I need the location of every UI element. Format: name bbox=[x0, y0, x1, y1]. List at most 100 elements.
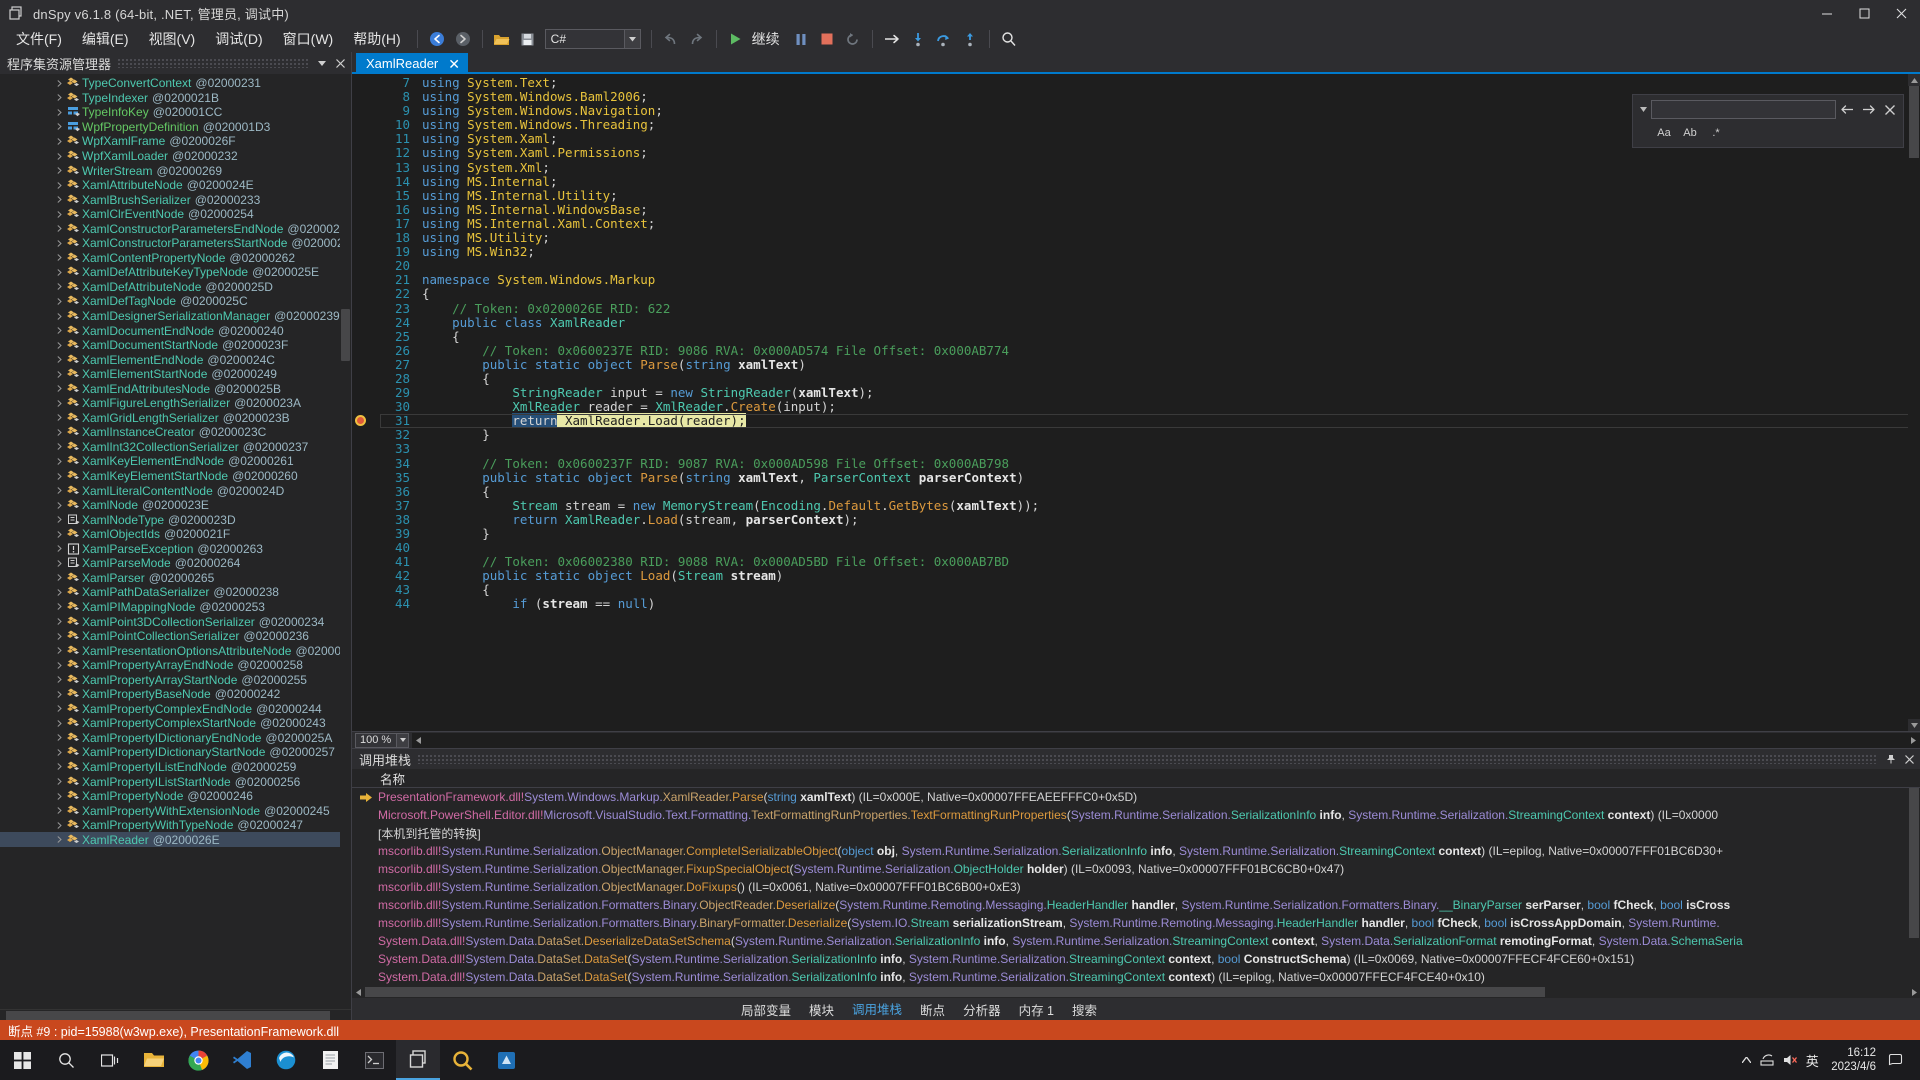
tree-item[interactable]: XamlDefAttributeNode @0200025D bbox=[0, 280, 351, 295]
chevron-right-icon[interactable] bbox=[54, 138, 65, 145]
chevron-right-icon[interactable] bbox=[54, 807, 65, 814]
chevron-right-icon[interactable] bbox=[54, 196, 65, 204]
language-combo[interactable]: C# bbox=[544, 29, 641, 49]
tab-callstack[interactable]: 调用堆栈 bbox=[843, 997, 912, 1022]
arrow-right-icon[interactable] bbox=[1859, 100, 1878, 119]
tree-item[interactable]: XamlPropertyIListEndNode @02000259 bbox=[0, 760, 351, 775]
scroll-right-icon[interactable] bbox=[1907, 733, 1920, 748]
chevron-right-icon[interactable] bbox=[54, 225, 65, 233]
callstack-row[interactable]: mscorlib.dll!System.Runtime.Serializatio… bbox=[352, 878, 1920, 896]
tree-item[interactable]: XamlPoint3DCollectionSerializer @02000234 bbox=[0, 614, 351, 629]
callstack-row[interactable]: System.Data.dll!System.Data.DataSet.Data… bbox=[352, 968, 1920, 986]
tab-memory[interactable]: 内存 1 bbox=[1010, 998, 1063, 1021]
menu-debug[interactable]: 调试(D) bbox=[205, 26, 272, 52]
close-button[interactable] bbox=[1883, 0, 1920, 26]
notepad-icon[interactable] bbox=[308, 1040, 352, 1080]
tree-item[interactable]: XamlReader @0200026E bbox=[0, 832, 351, 847]
code-fold-gutter[interactable] bbox=[370, 74, 380, 731]
chevron-right-icon[interactable] bbox=[54, 458, 65, 465]
callstack-row[interactable]: mscorlib.dll!System.Runtime.Serializatio… bbox=[352, 896, 1920, 914]
chevron-right-icon[interactable] bbox=[54, 152, 65, 160]
code-editor[interactable]: 7 using System.Text; 8 using System.Windows… bbox=[352, 74, 1920, 731]
tree-item[interactable]: XamlElementStartNode @02000249 bbox=[0, 367, 351, 382]
search-icon[interactable] bbox=[44, 1040, 88, 1080]
edge-icon[interactable] bbox=[264, 1040, 308, 1080]
tree-item[interactable]: XamlClrEventNode @02000254 bbox=[0, 207, 351, 222]
chevron-right-icon[interactable] bbox=[54, 749, 65, 756]
chevron-down-icon[interactable] bbox=[396, 733, 408, 747]
file-explorer-icon[interactable] bbox=[132, 1040, 176, 1080]
search-tool-icon[interactable] bbox=[440, 1040, 484, 1080]
chevron-right-icon[interactable] bbox=[54, 181, 65, 189]
scroll-up-icon[interactable] bbox=[1908, 74, 1920, 86]
chevron-right-icon[interactable] bbox=[54, 763, 65, 771]
chevron-right-icon[interactable] bbox=[54, 719, 65, 727]
chevron-right-icon[interactable] bbox=[54, 603, 65, 611]
tree-item[interactable]: XamlBrushSerializer @02000233 bbox=[0, 192, 351, 207]
tree-item[interactable]: XamlPropertyWithExtensionNode @02000245 bbox=[0, 803, 351, 818]
save-icon[interactable] bbox=[515, 28, 541, 50]
tree-item[interactable]: XamlConstructorParametersStartNode @02000… bbox=[0, 236, 351, 251]
chevron-right-icon[interactable] bbox=[54, 341, 65, 349]
chevron-right-icon[interactable] bbox=[54, 836, 65, 844]
callstack-row[interactable]: System.Data.dll!System.Data.DataSet.Data… bbox=[352, 950, 1920, 968]
tree-item[interactable]: XamlObjectIds @0200021F bbox=[0, 527, 351, 542]
tree-item[interactable]: XamlPathDataSerializer @02000238 bbox=[0, 585, 351, 600]
tree-item[interactable]: XamlConstructorParametersEndNode @0200024… bbox=[0, 221, 351, 236]
tree-item[interactable]: XamlInt32CollectionSerializer @02000237 bbox=[0, 440, 351, 455]
restart-icon[interactable] bbox=[840, 28, 866, 50]
editor-scroll-thumb[interactable] bbox=[1909, 86, 1919, 158]
chevron-right-icon[interactable] bbox=[54, 487, 65, 494]
tab-analyzer[interactable]: 分析器 bbox=[954, 998, 1010, 1021]
play-icon[interactable] bbox=[723, 28, 749, 50]
breakpoint-gutter[interactable] bbox=[352, 74, 370, 731]
step-over-icon[interactable] bbox=[931, 28, 957, 50]
chevron-right-icon[interactable] bbox=[54, 516, 65, 524]
close-icon[interactable] bbox=[1880, 100, 1899, 119]
chevron-right-icon[interactable] bbox=[54, 792, 65, 800]
callstack-horizontal-scrollbar[interactable] bbox=[352, 986, 1920, 998]
tree-item[interactable]: XamlKeyElementEndNode @02000261 bbox=[0, 454, 351, 469]
callstack-row[interactable]: mscorlib.dll!System.Runtime.Serializatio… bbox=[352, 914, 1920, 932]
chevron-right-icon[interactable] bbox=[54, 327, 65, 334]
tree-item[interactable]: XamlPresentationOptionsAttributeNode @020… bbox=[0, 643, 351, 658]
chevron-right-icon[interactable] bbox=[54, 821, 65, 829]
menu-file[interactable]: 文件(F) bbox=[6, 26, 72, 52]
menu-window[interactable]: 窗口(W) bbox=[273, 26, 344, 52]
chevron-right-icon[interactable] bbox=[54, 632, 65, 640]
chevron-right-icon[interactable] bbox=[54, 429, 65, 436]
task-view-icon[interactable] bbox=[88, 1040, 132, 1080]
tree-item[interactable]: TypeIndexer @0200021B bbox=[0, 91, 351, 106]
chevron-right-icon[interactable] bbox=[54, 545, 65, 553]
pause-icon[interactable] bbox=[788, 28, 814, 50]
callstack-row[interactable]: mscorlib.dll!System.Runtime.Serializatio… bbox=[352, 842, 1920, 860]
chevron-right-icon[interactable] bbox=[54, 443, 65, 451]
scroll-left-icon[interactable] bbox=[412, 733, 425, 748]
chevron-up-icon[interactable] bbox=[1735, 1040, 1757, 1080]
breakpoint-marker[interactable] bbox=[355, 415, 366, 427]
windows-start-icon[interactable] bbox=[0, 1040, 44, 1080]
continue-button-label[interactable]: 继续 bbox=[749, 29, 788, 49]
chevron-right-icon[interactable] bbox=[54, 705, 65, 713]
chevron-right-icon[interactable] bbox=[54, 618, 65, 625]
open-folder-icon[interactable] bbox=[489, 28, 515, 50]
close-icon[interactable] bbox=[333, 54, 347, 72]
tree-item[interactable]: XamlDocumentStartNode @0200023F bbox=[0, 338, 351, 353]
terminal-icon[interactable] bbox=[352, 1040, 396, 1080]
chevron-right-icon[interactable] bbox=[54, 312, 65, 320]
tab-breakpoints[interactable]: 断点 bbox=[911, 998, 954, 1021]
tab-locals[interactable]: 局部变量 bbox=[732, 998, 800, 1021]
tree-item[interactable]: XamlGridLengthSerializer @0200023B bbox=[0, 411, 351, 426]
chevron-right-icon[interactable] bbox=[54, 254, 65, 262]
menu-edit[interactable]: 编辑(E) bbox=[72, 26, 139, 52]
tree-item[interactable]: WpfXamlLoader @02000232 bbox=[0, 149, 351, 164]
scroll-down-icon[interactable] bbox=[1908, 719, 1920, 731]
tree-item[interactable]: XamlEndAttributesNode @0200025B bbox=[0, 381, 351, 396]
chevron-right-icon[interactable] bbox=[54, 574, 65, 582]
tree-item[interactable]: XamlDocumentEndNode @02000240 bbox=[0, 323, 351, 338]
callstack-hscroll-thumb[interactable] bbox=[365, 987, 1545, 997]
minimize-button[interactable] bbox=[1809, 0, 1846, 26]
match-case-icon[interactable]: Aa bbox=[1653, 124, 1675, 142]
callstack-rows[interactable]: PresentationFramework.dll!System.Windows… bbox=[352, 788, 1920, 986]
tree-item[interactable]: XamlDefTagNode @0200025C bbox=[0, 294, 351, 309]
